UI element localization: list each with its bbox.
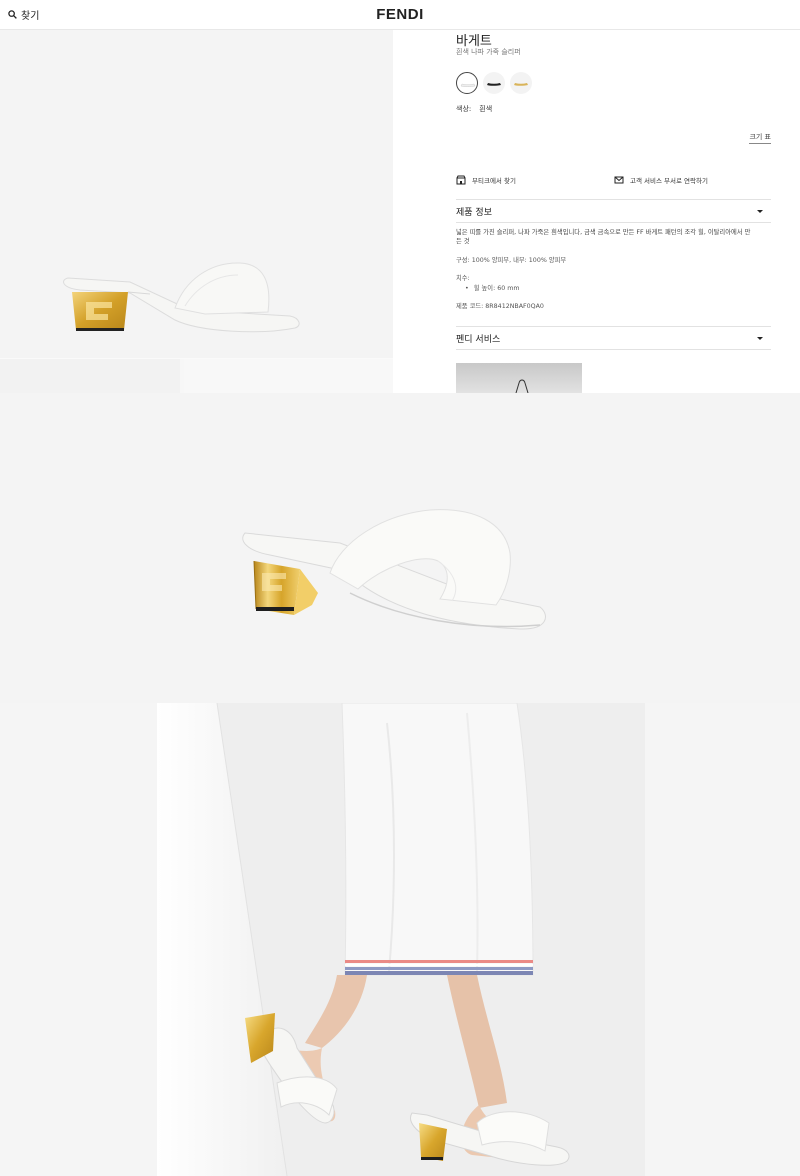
find-in-boutique-button[interactable]: 부티크에서 찾기: [456, 175, 516, 185]
heel-height: 힐 높이: 60 mm: [465, 283, 520, 292]
caret-down-icon: [757, 209, 763, 213]
product-info-panel: 바게트 흰색 나파 가죽 슬리퍼 색상: 흰색 크기 표 부티크에서 찾기 고객 …: [393, 30, 800, 393]
sandal-thumb-icon: [460, 83, 476, 87]
fendi-service-accordion[interactable]: 펜디 서비스: [456, 326, 771, 350]
mail-icon: [614, 176, 624, 184]
sandal-front-illustration: [242, 509, 546, 630]
composition: 구성: 100% 양피부, 내부: 100% 양피부: [456, 257, 567, 264]
sandal-thumb-icon: [487, 83, 501, 86]
swatch-white[interactable]: [456, 72, 478, 94]
contact-service-button[interactable]: 고객 서비스 부서로 연락하기: [614, 175, 708, 185]
service-image[interactable]: [456, 363, 582, 393]
size-chart-link[interactable]: 크기 표: [749, 132, 771, 144]
swatch-black[interactable]: [483, 72, 505, 94]
product-info-accordion[interactable]: 제품 정보: [456, 199, 771, 223]
swatch-gold[interactable]: [510, 72, 532, 94]
product-code: 제품 코드: 8R8412NBAF0QA0: [456, 303, 544, 310]
product-image-front[interactable]: [0, 393, 800, 703]
dimensions-label: 치수:: [456, 275, 470, 282]
caret-down-icon: [757, 336, 763, 340]
lifestyle-image[interactable]: [157, 703, 645, 1176]
boutique-label: 부티크에서 찾기: [472, 177, 516, 185]
thumbnail-strip: [0, 358, 393, 394]
product-info-heading: 제품 정보: [456, 207, 492, 218]
product-description: 넓은 띠를 가진 슬리퍼, 나파 가죽은 흰색입니다, 금색 금속으로 만든 F…: [456, 229, 751, 245]
store-icon: [456, 175, 466, 185]
product-subtitle: 흰색 나파 가죽 슬리퍼: [456, 48, 521, 56]
hanger-illustration: [515, 379, 529, 393]
action-row: 부티크에서 찾기 고객 서비스 부서로 연락하기: [456, 175, 771, 187]
color-label: 색상:: [456, 105, 472, 113]
sandal-side-illustration: [63, 262, 300, 333]
model-wearing-sandals-illustration: [157, 703, 645, 1176]
brand-logo[interactable]: FENDI: [0, 6, 800, 23]
color-swatches: [456, 72, 532, 94]
thumbnail[interactable]: [0, 359, 180, 394]
sandal-thumb-icon: [514, 83, 528, 86]
color-info: 색상: 흰색: [456, 104, 492, 114]
product-image-side[interactable]: [0, 30, 393, 358]
site-header: 찾기 FENDI: [0, 0, 800, 30]
service-heading: 펜디 서비스: [456, 334, 501, 345]
contact-label: 고객 서비스 부서로 연락하기: [630, 177, 708, 185]
color-value: 흰색: [479, 105, 493, 113]
thumbnail[interactable]: [184, 359, 393, 394]
